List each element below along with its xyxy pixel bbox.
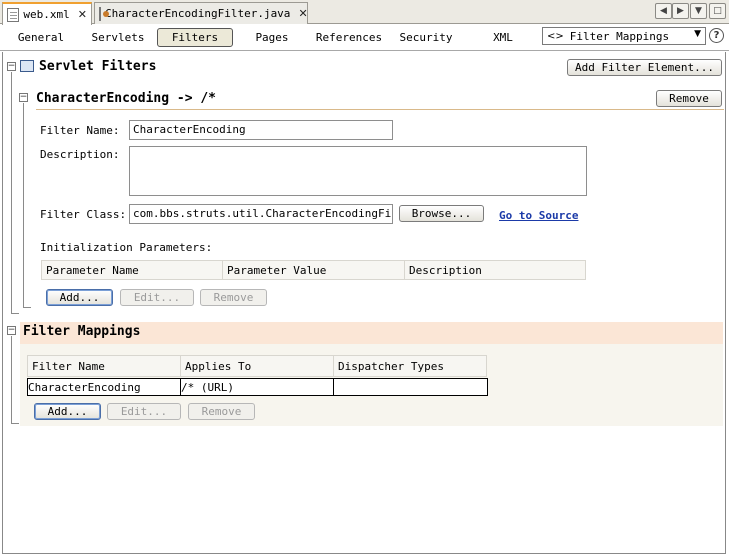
description-label: Description: [40, 148, 120, 161]
column-dispatcher-types[interactable]: Dispatcher Types [334, 356, 486, 376]
remove-param-button[interactable]: Remove [200, 289, 267, 306]
init-params-label: Initialization Parameters: [40, 241, 213, 254]
collapse-filter-mappings-icon[interactable]: − [7, 326, 16, 335]
chevron-down-icon: ▼ [694, 29, 701, 39]
edit-mapping-button[interactable]: Edit... [107, 403, 181, 420]
mappings-table-header: Filter Name Applies To Dispatcher Types [27, 355, 487, 377]
heading-underline [36, 109, 724, 110]
collapse-servlet-filters-icon[interactable]: − [7, 62, 16, 71]
filter-class-field[interactable]: com.bbs.struts.util.CharacterEncodingFil… [129, 204, 393, 224]
cell-applies-to: /* (URL) [181, 379, 334, 395]
column-parameter-value[interactable]: Parameter Value [223, 261, 405, 279]
remove-filter-button[interactable]: Remove [656, 90, 722, 107]
scroll-right-icon[interactable]: ▶ [672, 3, 689, 19]
filter-section-icon [20, 60, 34, 72]
collapse-filter-icon[interactable]: − [19, 93, 28, 102]
tab-general[interactable]: General [14, 28, 68, 47]
init-params-table-header: Parameter Name Parameter Value Descripti… [41, 260, 586, 280]
edit-param-button[interactable]: Edit... [120, 289, 194, 306]
column-parameter-name[interactable]: Parameter Name [42, 261, 223, 279]
view-select-value: Filter Mappings [569, 29, 670, 43]
filter-name-label: Filter Name: [40, 124, 120, 137]
section-title: Filter Mappings [23, 324, 141, 339]
editor-content: − Servlet Filters Add Filter Element... … [2, 52, 726, 554]
tree-line [23, 103, 24, 308]
description-field[interactable] [129, 146, 587, 196]
tab-label: CharacterEncodingFilter.java [105, 7, 291, 20]
tree-line [11, 313, 19, 314]
browse-button[interactable]: Browse... [399, 205, 484, 222]
add-mapping-button[interactable]: Add... [34, 403, 101, 420]
filter-heading: CharacterEncoding -> /* [36, 91, 217, 106]
tab-references[interactable]: References [314, 28, 384, 47]
close-icon[interactable]: ✕ [298, 7, 307, 20]
view-select-dropdown[interactable]: <> Filter Mappings ▼ [542, 27, 706, 45]
close-icon[interactable]: ✕ [78, 8, 87, 21]
add-filter-element-button[interactable]: Add Filter Element... [567, 59, 722, 76]
tab-characterencodingfilter-java[interactable]: CharacterEncodingFilter.java ✕ [94, 2, 308, 24]
java-file-icon [99, 6, 109, 21]
cell-filter-name: CharacterEncoding [28, 379, 181, 395]
filter-name-field[interactable]: CharacterEncoding [129, 120, 393, 140]
section-title: Servlet Filters [39, 59, 157, 74]
tab-xml[interactable]: XML [488, 28, 518, 47]
column-description[interactable]: Description [405, 261, 585, 279]
code-view-icon: <> [547, 30, 564, 42]
tab-label: web.xml [23, 8, 70, 21]
tab-pages[interactable]: Pages [250, 28, 294, 47]
tree-line [11, 423, 19, 424]
section-navbar: General Servlets Filters Pages Reference… [0, 25, 729, 51]
table-row[interactable]: CharacterEncoding /* (URL) [27, 378, 488, 396]
tree-line [11, 336, 12, 424]
tab-security[interactable]: Security [398, 28, 454, 47]
help-icon[interactable]: ? [709, 28, 724, 43]
go-to-source-link[interactable]: Go to Source [499, 209, 578, 222]
show-opened-documents-icon[interactable]: ▼ [690, 3, 707, 19]
maximize-icon[interactable]: □ [709, 3, 726, 19]
editor-tab-strip: web.xml ✕ CharacterEncodingFilter.java ✕… [0, 0, 729, 25]
tab-web-xml[interactable]: web.xml ✕ [2, 2, 92, 25]
xml-file-icon [7, 7, 20, 22]
column-applies-to[interactable]: Applies To [181, 356, 334, 376]
remove-mapping-button[interactable]: Remove [188, 403, 255, 420]
tab-filters[interactable]: Filters [157, 28, 233, 47]
filter-class-label: Filter Class: [40, 208, 127, 221]
add-param-button[interactable]: Add... [46, 289, 113, 306]
tab-servlets[interactable]: Servlets [88, 28, 148, 47]
column-filter-name[interactable]: Filter Name [28, 356, 181, 376]
tree-line [11, 72, 12, 314]
tree-line [23, 307, 31, 308]
cell-dispatcher-types [334, 379, 487, 395]
scroll-left-icon[interactable]: ◀ [655, 3, 672, 19]
